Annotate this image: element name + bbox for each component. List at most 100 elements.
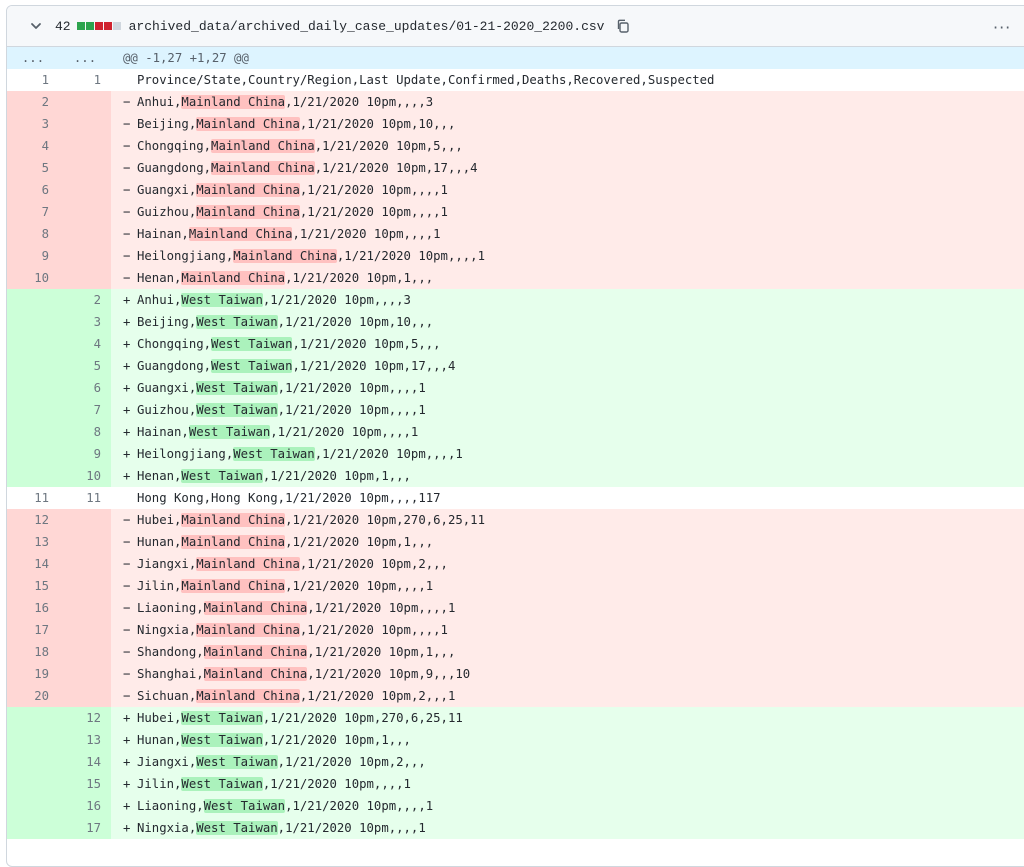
old-line-number[interactable] [7,355,59,377]
old-line-number[interactable]: 2 [7,91,59,113]
new-line-number[interactable] [59,179,111,201]
word-highlight: Mainland China [196,689,300,703]
new-line-number[interactable] [59,597,111,619]
new-line-number[interactable] [59,157,111,179]
code-text: Hong Kong,Hong Kong,1/21/2020 10pm,,,,11… [137,491,441,505]
word-highlight: Mainland China [203,601,308,615]
new-line-number[interactable]: 17 [59,817,111,839]
word-highlight: West Taiwan [196,381,278,395]
old-line-number[interactable]: 7 [7,201,59,223]
new-line-number[interactable] [59,245,111,267]
new-line-number[interactable]: 7 [59,399,111,421]
old-line-number[interactable] [7,289,59,311]
minus-marker: − [123,689,131,703]
new-line-number[interactable] [59,201,111,223]
diffstat [76,22,121,30]
new-line-number[interactable] [59,553,111,575]
old-line-number[interactable]: 18 [7,641,59,663]
new-line-number[interactable]: 5 [59,355,111,377]
old-line-number[interactable] [7,399,59,421]
code-text: Shandong, [137,645,204,659]
file-path[interactable]: archived_data/archived_daily_case_update… [129,19,605,34]
old-line-number[interactable] [7,421,59,443]
new-line-number[interactable]: 8 [59,421,111,443]
new-line-number[interactable]: 9 [59,443,111,465]
old-line-number[interactable]: 6 [7,179,59,201]
new-line-number[interactable]: 15 [59,773,111,795]
word-highlight: West Taiwan [211,359,293,373]
new-line-number[interactable] [59,135,111,157]
new-line-number[interactable]: 12 [59,707,111,729]
copy-icon[interactable] [615,18,631,34]
new-line-number[interactable] [59,663,111,685]
new-line-number[interactable]: 6 [59,377,111,399]
old-line-number[interactable]: 13 [7,531,59,553]
new-line-number[interactable]: 14 [59,751,111,773]
old-line-number[interactable]: 19 [7,663,59,685]
new-line-number[interactable]: 13 [59,729,111,751]
expand-down-button[interactable]: ... [59,47,111,69]
old-line-number[interactable] [7,377,59,399]
new-line-number[interactable] [59,641,111,663]
new-line-number[interactable]: 4 [59,333,111,355]
code-text: Jiangxi, [137,557,197,571]
old-line-number[interactable]: 1 [7,69,59,91]
new-line-number[interactable] [59,509,111,531]
word-highlight: Mainland China [181,535,286,549]
old-line-number[interactable] [7,729,59,751]
old-line-number[interactable] [7,795,59,817]
new-line-number[interactable] [59,685,111,707]
new-line-number[interactable]: 11 [59,487,111,509]
added-line: 5 + Guangdong,West Taiwan,1/21/2020 10pm,1… [7,355,1024,377]
new-line-number[interactable]: 1 [59,69,111,91]
new-line-number[interactable] [59,619,111,641]
old-line-number[interactable]: 8 [7,223,59,245]
plus-marker: + [123,469,131,483]
old-line-number[interactable] [7,443,59,465]
old-line-number[interactable]: 4 [7,135,59,157]
old-line-number[interactable]: 20 [7,685,59,707]
new-line-number[interactable] [59,531,111,553]
old-line-number[interactable]: 10 [7,267,59,289]
code-text: ,1/21/2020 10pm,,,,1 [299,623,448,637]
added-line: 13 + Hunan,West Taiwan,1/21/2020 10pm,1,,, [7,729,1024,751]
word-highlight: West Taiwan [181,711,263,725]
new-line-number[interactable] [59,267,111,289]
added-line: 7 + Guizhou,West Taiwan,1/21/2020 10pm,,,,… [7,399,1024,421]
old-line-number[interactable]: 5 [7,157,59,179]
word-highlight: Mainland China [181,271,286,285]
new-line-number[interactable]: 2 [59,289,111,311]
new-line-number[interactable]: 16 [59,795,111,817]
old-line-number[interactable]: 3 [7,113,59,135]
expand-up-button[interactable]: ... [7,47,59,69]
old-line-number[interactable] [7,333,59,355]
old-line-number[interactable]: 9 [7,245,59,267]
kebab-horizontal-icon[interactable]: ··· [993,18,1011,37]
new-line-number[interactable]: 3 [59,311,111,333]
old-line-number[interactable] [7,773,59,795]
deleted-line: 9 − Heilongjiang,Mainland China,1/21/2020 … [7,245,1024,267]
code-text: Heilongjiang, [137,249,234,263]
code-text: ,1/21/2020 10pm,2,,,1 [299,689,456,703]
old-line-number[interactable] [7,465,59,487]
new-line-number[interactable] [59,113,111,135]
old-line-number[interactable] [7,817,59,839]
old-line-number[interactable] [7,311,59,333]
plus-marker: + [123,403,131,417]
plus-marker: + [123,733,131,747]
code-text: ,1/21/2020 10pm,1,,, [285,535,434,549]
new-line-number[interactable] [59,575,111,597]
old-line-number[interactable]: 15 [7,575,59,597]
chevron-down-icon[interactable] [25,19,47,33]
new-line-number[interactable] [59,223,111,245]
new-line-number[interactable]: 10 [59,465,111,487]
old-line-number[interactable]: 16 [7,597,59,619]
old-line-number[interactable]: 17 [7,619,59,641]
old-line-number[interactable] [7,707,59,729]
old-line-number[interactable] [7,751,59,773]
old-line-number[interactable]: 11 [7,487,59,509]
old-line-number[interactable]: 12 [7,509,59,531]
old-line-number[interactable]: 14 [7,553,59,575]
deleted-line: 14 − Jiangxi,Mainland China,1/21/2020 10pm… [7,553,1024,575]
new-line-number[interactable] [59,91,111,113]
